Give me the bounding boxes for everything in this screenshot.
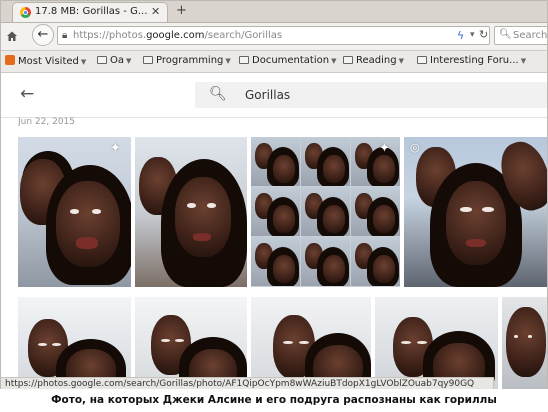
photo-thumbnail[interactable]: ✦: [18, 137, 131, 287]
photo-collage-thumbnail[interactable]: ✦: [251, 137, 400, 287]
face: [506, 307, 546, 377]
bookmarks-bar: Most Visited ▼ Oa ▼ Programming ▼ Documenta…: [0, 51, 548, 73]
collage-cell: [351, 187, 400, 236]
back-arrow-icon[interactable]: ←: [20, 84, 34, 104]
folder-icon: [417, 56, 427, 64]
url-text[interactable]: https://photos.google.com/search/Gorilla…: [73, 30, 282, 41]
tab-title: 17.8 MB: Gorillas - G...: [35, 6, 148, 17]
image-caption: Фото, на которых Джеки Алсине и его подр…: [51, 394, 497, 406]
collage-cell: [251, 237, 300, 286]
collage-cell: [351, 137, 400, 186]
collage-cell: [351, 237, 400, 286]
close-tab-icon[interactable]: ✕: [151, 5, 160, 18]
bookmark-folder-documentation[interactable]: Documentation ▼: [239, 55, 336, 66]
sparkle-icon[interactable]: ✦: [379, 141, 390, 156]
bookmark-folder-programming[interactable]: Programming ▼: [143, 55, 231, 66]
face: [175, 177, 231, 257]
new-tab-button[interactable]: +: [176, 3, 187, 18]
photo-thumbnail[interactable]: [502, 297, 548, 389]
date-header: Jun 22, 2015: [18, 117, 76, 127]
browser-tab[interactable]: 17.8 MB: Gorillas - G... ✕: [12, 2, 168, 22]
browser-search-box[interactable]: 🔍︎ Search: [494, 26, 548, 45]
navigation-bar: ← 🔒︎ https://photos.google.com/search/Go…: [0, 23, 548, 51]
status-bar-link-preview: https://photos.google.com/search/Gorilla…: [0, 377, 494, 389]
collage-cell: [301, 137, 350, 186]
bolt-icon[interactable]: ϟ: [457, 29, 464, 42]
bookmark-most-visited[interactable]: Most Visited ▼: [5, 55, 86, 67]
face: [446, 181, 506, 265]
folder-icon: [143, 56, 153, 64]
browser-window: 17.8 MB: Gorillas - G... ✕ + ← 🔒︎ https:…: [0, 0, 548, 389]
sparkle-icon[interactable]: ✦: [110, 141, 121, 156]
chevron-down-icon[interactable]: ▾: [470, 30, 475, 40]
photos-app-bar: ← 🔍︎ Gorillas: [0, 73, 548, 118]
photo-thumbnail[interactable]: [251, 297, 371, 389]
folder-icon: [239, 56, 249, 64]
photos-search-box[interactable]: 🔍︎ Gorillas: [195, 82, 548, 108]
collage-cell: [251, 187, 300, 236]
photo-thumbnail[interactable]: [135, 137, 247, 287]
google-photos-favicon-icon: [20, 7, 31, 18]
home-icon[interactable]: [6, 30, 18, 42]
folder-icon: [97, 56, 107, 64]
address-bar[interactable]: 🔒︎ https://photos.google.com/search/Gori…: [57, 26, 490, 45]
face: [56, 181, 120, 267]
chevron-down-icon: ▼: [80, 58, 87, 66]
search-placeholder: Search: [513, 30, 548, 41]
chevron-down-icon: ▼: [225, 57, 231, 65]
reload-icon[interactable]: ↻: [479, 28, 488, 41]
chevron-down-icon: ▼: [398, 57, 404, 65]
bookmark-folder-oa[interactable]: Oa ▼: [97, 55, 131, 66]
photo-thumbnail[interactable]: [375, 297, 498, 389]
chevron-down-icon: ▼: [331, 57, 337, 65]
chevron-down-icon: ▼: [520, 57, 527, 65]
search-icon: 🔍︎: [209, 86, 227, 102]
bookmark-folder-reading[interactable]: Reading ▼: [343, 55, 404, 66]
back-button[interactable]: ←: [32, 24, 54, 46]
collage-cell: [251, 137, 300, 186]
check-circle-icon[interactable]: ◎: [410, 141, 420, 154]
lock-icon[interactable]: 🔒︎: [62, 30, 67, 41]
tab-strip: 17.8 MB: Gorillas - G... ✕ +: [0, 0, 548, 23]
search-icon: 🔍︎: [499, 29, 512, 40]
search-query[interactable]: Gorillas: [245, 88, 290, 102]
folder-icon: [343, 56, 353, 64]
most-visited-icon: [5, 55, 15, 65]
photo-thumbnail[interactable]: ◎: [404, 137, 548, 287]
photo-thumbnail[interactable]: [135, 297, 247, 389]
chevron-down-icon: ▼: [126, 57, 132, 65]
bookmark-folder-interesting-forums[interactable]: Interesting Foru... ▼: [417, 55, 526, 66]
collage-cell: [301, 237, 350, 286]
collage-cell: [301, 187, 350, 236]
photo-thumbnail[interactable]: [18, 297, 131, 389]
